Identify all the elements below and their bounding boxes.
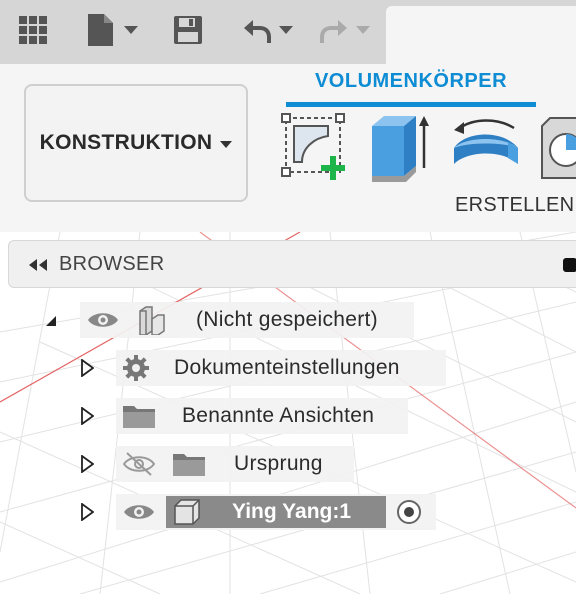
chevron-down-icon — [279, 26, 293, 34]
app-grid-icon — [19, 16, 47, 44]
gear-icon — [122, 354, 150, 382]
expand-triangle-icon[interactable] — [80, 407, 94, 425]
redo-button[interactable] — [314, 12, 376, 48]
extrude-tool[interactable] — [366, 112, 438, 184]
tree-item-label: Ursprung — [234, 452, 323, 475]
create-sketch-icon — [281, 113, 345, 180]
undo-icon — [244, 20, 271, 43]
fusion-window: KONSTRUKTION VOLUMENKÖRPER ERSTELLEN BRO… — [0, 0, 576, 594]
expand-triangle-icon[interactable] — [80, 503, 94, 521]
selected-item-highlight[interactable]: Ying Yang:1 — [166, 496, 386, 528]
undo-button[interactable] — [238, 12, 298, 48]
eye-hidden-icon[interactable] — [122, 451, 156, 477]
save-button[interactable] — [170, 12, 206, 48]
create-sketch-tool[interactable] — [280, 112, 352, 184]
group-label-text: ERSTELLEN — [455, 194, 575, 216]
workspace-label: KONSTRUKTION — [39, 131, 213, 154]
ribbon: KONSTRUKTION VOLUMENKÖRPER ERSTELLEN — [0, 64, 576, 232]
component-icon — [136, 305, 166, 335]
tree-item-origin[interactable]: Ursprung — [116, 446, 354, 482]
tab-volumenkoerper[interactable]: VOLUMENKÖRPER — [286, 70, 536, 93]
tree-item-document-settings[interactable]: Dokumenteinstellungen — [116, 350, 446, 386]
tree-item-label: (Nicht gespeichert) — [196, 308, 378, 331]
file-menu-button[interactable] — [82, 12, 142, 48]
body-cube-icon — [172, 499, 202, 525]
folder-icon — [172, 451, 206, 477]
expand-triangle-icon[interactable] — [80, 359, 94, 377]
expanded-triangle-icon[interactable] — [44, 312, 58, 330]
browser-title: BROWSER — [59, 253, 165, 275]
tree-item-label: Dokumenteinstellungen — [174, 356, 400, 379]
folder-icon — [122, 403, 156, 429]
extrude-icon — [372, 116, 429, 182]
quick-access-toolbar — [0, 0, 576, 64]
chevron-down-icon — [124, 26, 138, 34]
eye-icon[interactable] — [86, 308, 120, 332]
active-tab-indicator — [286, 102, 536, 107]
eye-icon[interactable] — [122, 500, 156, 524]
app-grid-button[interactable] — [14, 12, 52, 48]
expand-triangle-icon[interactable] — [80, 455, 94, 473]
file-icon — [88, 14, 113, 46]
panel-options-handle[interactable] — [563, 258, 576, 272]
browser-panel-header: BROWSER — [8, 240, 576, 288]
revolve-tool[interactable] — [450, 112, 522, 184]
tree-item-named-views[interactable]: Benannte Ansichten — [116, 398, 408, 434]
tree-item-root[interactable]: (Nicht gespeichert) — [80, 302, 414, 338]
document-tab[interactable] — [386, 6, 576, 64]
group-label-erstellen[interactable]: ERSTELLEN — [455, 194, 576, 217]
collapse-panel-icon[interactable] — [27, 257, 49, 273]
tree-item-label: Benannte Ansichten — [182, 404, 375, 427]
workspace-switcher[interactable]: KONSTRUKTION — [24, 84, 248, 202]
revolve-icon — [454, 119, 518, 164]
tree-item-label: Ying Yang:1 — [232, 500, 352, 523]
redo-icon — [320, 20, 347, 43]
save-icon — [174, 16, 202, 44]
hole-tool[interactable] — [536, 112, 576, 184]
hole-icon — [541, 117, 576, 179]
chevron-down-icon — [220, 140, 233, 148]
chevron-down-icon — [356, 26, 370, 34]
activate-radio-icon[interactable] — [396, 499, 422, 525]
